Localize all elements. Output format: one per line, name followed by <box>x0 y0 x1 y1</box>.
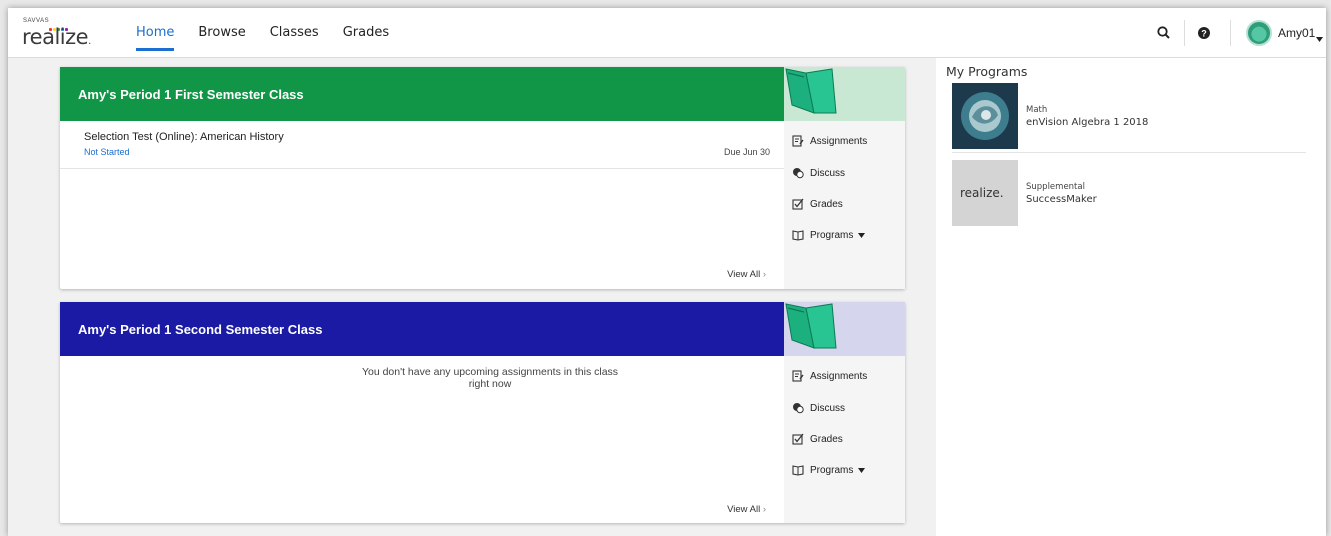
program-name[interactable]: enVision Algebra 1 2018 <box>1026 117 1148 128</box>
header-divider <box>1230 20 1231 46</box>
search-icon[interactable] <box>1154 23 1174 43</box>
nav-browse[interactable]: Browse <box>198 8 245 58</box>
assignments-icon <box>792 135 804 147</box>
class-book-art <box>784 302 905 356</box>
class-banner[interactable]: Amy's Period 1 Second Semester Class <box>60 302 784 356</box>
side-assignments-label: Assignments <box>810 370 868 382</box>
assignment-row[interactable]: Selection Test (Online): American Histor… <box>60 121 784 169</box>
side-grades-label: Grades <box>810 198 843 210</box>
assignment-due-date: Due Jun 30 <box>723 147 770 157</box>
side-programs-label: Programs <box>810 464 854 476</box>
discuss-icon <box>793 168 804 179</box>
book-open-icon <box>792 465 804 476</box>
envision-cover-icon <box>952 83 1018 149</box>
grades-icon <box>792 198 804 210</box>
side-programs-label: Programs <box>810 229 854 241</box>
side-discuss[interactable]: Discuss <box>792 402 845 414</box>
side-programs[interactable]: Programs <box>792 229 871 241</box>
caret-down-icon <box>858 467 866 473</box>
class-side-menu: Assignments Discuss Grades Programs <box>784 356 905 523</box>
book-icon <box>785 303 837 349</box>
program-thumbnail[interactable] <box>952 83 1018 149</box>
program-item[interactable]: realize. Supplemental SuccessMaker <box>952 160 1306 228</box>
class-title[interactable]: Amy's Period 1 First Semester Class <box>78 87 304 102</box>
class-assignments-area: Selection Test (Online): American Histor… <box>60 121 784 289</box>
nav-home[interactable]: Home <box>136 8 175 58</box>
class-title[interactable]: Amy's Period 1 Second Semester Class <box>78 322 322 337</box>
caret-down-icon[interactable] <box>1316 29 1323 47</box>
side-discuss-label: Discuss <box>810 402 846 414</box>
assignments-icon <box>792 370 804 382</box>
top-header: SAVVAS realize. Home Browse Classes Grad… <box>8 8 1326 58</box>
class-card: Amy's Period 1 First Semester Class Sele… <box>60 67 905 289</box>
savvas-realize-logo[interactable]: SAVVAS realize. <box>21 16 101 50</box>
class-book-art <box>784 67 905 121</box>
app-frame: SAVVAS realize. Home Browse Classes Grad… <box>8 8 1326 536</box>
nav-grades[interactable]: Grades <box>343 8 389 58</box>
header-divider <box>1184 20 1185 46</box>
main-nav: Home Browse Classes Grades <box>136 8 413 58</box>
class-assignments-area: You don't have any upcoming assignments … <box>60 356 784 523</box>
program-category: Supplemental <box>1026 182 1085 192</box>
program-name[interactable]: SuccessMaker <box>1026 194 1097 205</box>
assignment-status: Not Started <box>84 147 130 157</box>
side-assignments-label: Assignments <box>810 135 868 147</box>
side-grades-label: Grades <box>810 433 843 445</box>
side-assignments[interactable]: Assignments <box>792 370 867 382</box>
empty-assignments-message: You don't have any upcoming assignments … <box>361 366 619 390</box>
side-discuss[interactable]: Discuss <box>792 167 845 179</box>
discuss-icon <box>793 403 804 414</box>
program-category: Math <box>1026 105 1048 115</box>
caret-down-icon <box>858 232 866 238</box>
class-side-menu: Assignments Discuss Grades Programs <box>784 121 905 289</box>
book-icon <box>785 68 837 114</box>
view-all-link[interactable]: View All › <box>727 504 766 515</box>
my-programs-title: My Programs <box>946 64 1028 79</box>
side-assignments[interactable]: Assignments <box>792 135 867 147</box>
help-icon[interactable]: ? <box>1194 23 1214 43</box>
book-open-icon <box>792 230 804 241</box>
class-banner[interactable]: Amy's Period 1 First Semester Class <box>60 67 784 121</box>
assignment-title[interactable]: Selection Test (Online): American Histor… <box>84 131 284 143</box>
side-grades[interactable]: Grades <box>792 433 843 445</box>
thumbnail-logo-text: realize. <box>960 186 1004 200</box>
logo-brand-text: SAVVAS <box>23 18 50 24</box>
view-all-link[interactable]: View All › <box>727 269 766 280</box>
my-programs-panel: My Programs Math enVision Algebra 1 2018… <box>936 58 1326 536</box>
side-grades[interactable]: Grades <box>792 198 843 210</box>
program-divider <box>952 152 1306 153</box>
class-card: Amy's Period 1 Second Semester Class You… <box>60 302 905 523</box>
side-programs[interactable]: Programs <box>792 464 871 476</box>
svg-text:?: ? <box>1201 29 1207 39</box>
logo-word-text: realize. <box>22 25 91 49</box>
program-item[interactable]: Math enVision Algebra 1 2018 <box>952 83 1306 151</box>
avatar[interactable] <box>1246 20 1272 46</box>
user-name[interactable]: Amy01 <box>1278 26 1315 40</box>
nav-classes[interactable]: Classes <box>270 8 319 58</box>
grades-icon <box>792 433 804 445</box>
side-discuss-label: Discuss <box>810 167 846 179</box>
program-thumbnail[interactable]: realize. <box>952 160 1018 226</box>
